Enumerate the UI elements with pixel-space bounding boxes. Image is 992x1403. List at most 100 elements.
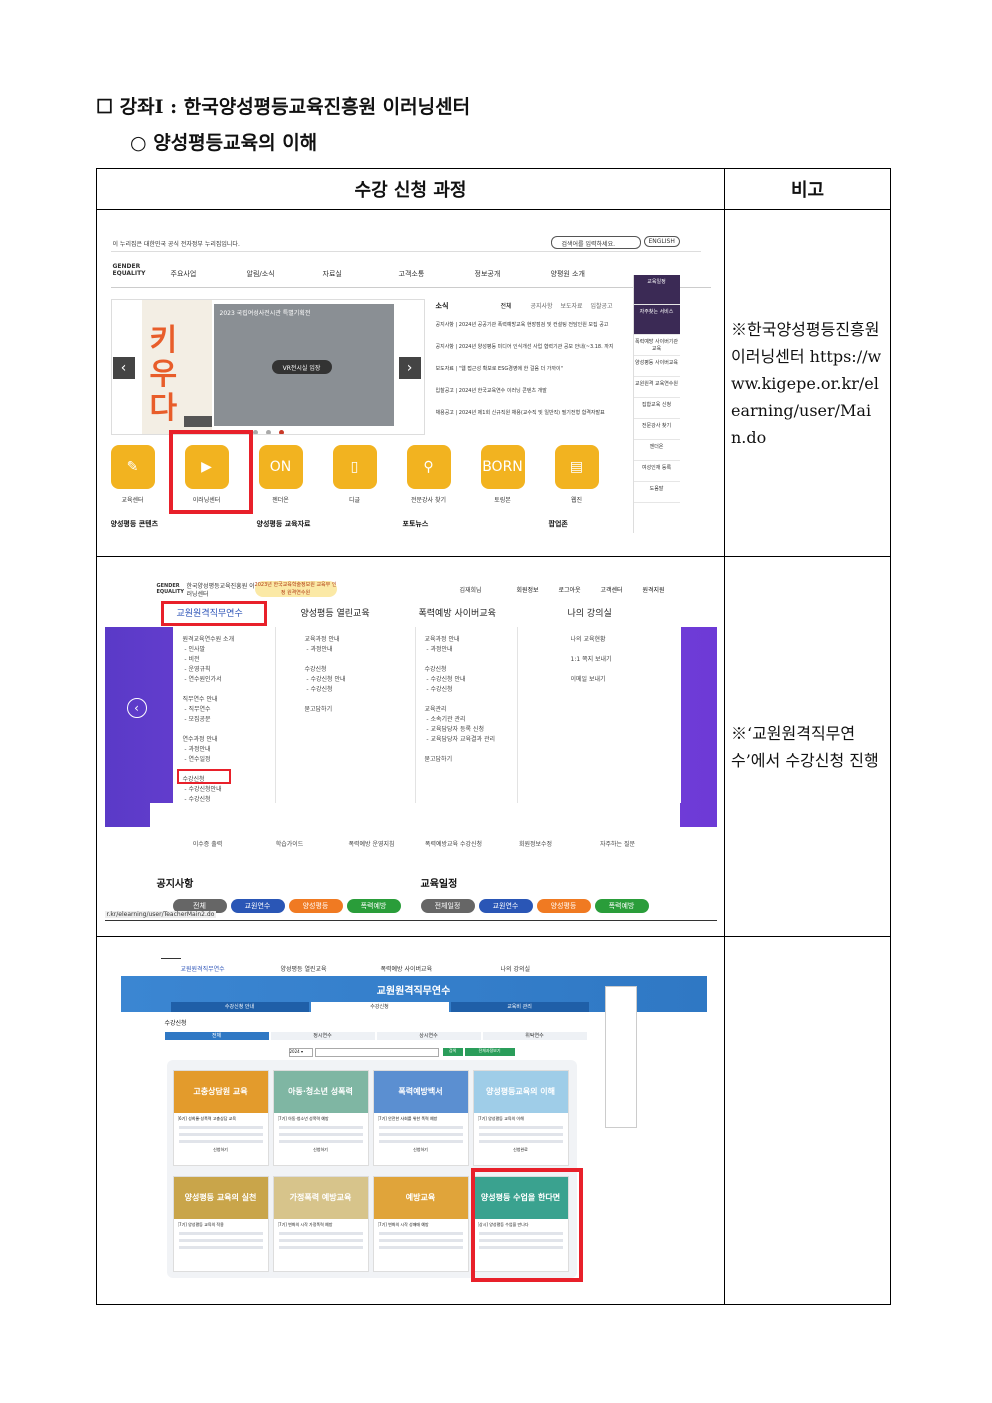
- side-menu-item[interactable]: 집합교육 신청: [633, 398, 680, 419]
- side-menu-item[interactable]: 자주찾는 서비스: [633, 305, 680, 335]
- top-link[interactable]: 원격지원: [643, 585, 665, 594]
- english-link[interactable]: ENGLISH: [643, 236, 680, 247]
- top-link[interactable]: 고객센터: [601, 585, 623, 594]
- news-item[interactable]: 채용공고 | 2024년 제1회 신규직원 채용(교수직 및 일반직) 필기전형…: [436, 409, 636, 416]
- service-icon-6[interactable]: BORN: [480, 445, 525, 489]
- bottom-section-title[interactable]: 양성평등 콘텐츠: [111, 519, 159, 529]
- search-input[interactable]: [314, 1047, 439, 1057]
- top-link[interactable]: 로그아웃: [559, 585, 581, 594]
- filter-tab[interactable]: 전체: [164, 1031, 269, 1040]
- news-tab[interactable]: 전체: [501, 301, 512, 310]
- filter-pill[interactable]: 폭력예방: [346, 898, 401, 913]
- side-menu-item[interactable]: 교육일정: [633, 275, 680, 305]
- main-menu-item[interactable]: 양성평등 열린교육: [301, 606, 370, 619]
- filter-tab[interactable]: 정시연수: [270, 1031, 375, 1040]
- sub-tab[interactable]: 수강신청: [310, 1001, 449, 1012]
- course-card[interactable]: 가정폭력 예방교육 [7기] 변화의 시작 가정폭력 예방: [272, 1175, 369, 1272]
- news-item[interactable]: 공지사항 | 2024년 공공기관 폭력예방교육 현장점검 및 컨설팅 전담인원…: [436, 321, 636, 328]
- side-menu-item[interactable]: 젠더온: [633, 440, 680, 461]
- logo[interactable]: GENDER EQUALITY: [157, 583, 185, 595]
- top-nav-item[interactable]: 폭력예방 사이버교육: [381, 964, 433, 973]
- side-menu-item[interactable]: 도움말: [633, 482, 680, 503]
- search-box[interactable]: 검색어를 입력하세요.: [550, 236, 641, 249]
- quick-link[interactable]: 자주하는 질문: [580, 839, 656, 848]
- service-icon-1[interactable]: ✎: [110, 445, 155, 489]
- course-name: [7기] 변화의 시작 성매매 예방: [377, 1221, 429, 1227]
- course-name: [7기] 아동·청소년 성폭력 예방: [277, 1115, 329, 1121]
- news-item[interactable]: 공지사항 | 2024년 양성평등 미디어 인식개선 사업 협력기관 공모 안내…: [436, 343, 636, 350]
- course-card[interactable]: 양성평등교육의 이해 [7기] 양성평등 교육의 이해 신청완료: [472, 1069, 569, 1166]
- service-icon-5[interactable]: ⚲: [406, 445, 451, 489]
- bottom-section-title[interactable]: 양성평등 교육자료: [257, 519, 311, 529]
- bottom-section-title[interactable]: 포토뉴스: [403, 519, 429, 529]
- slide-dots[interactable]: [226, 420, 307, 434]
- side-menu-item[interactable]: 전문강사 찾기: [633, 419, 680, 440]
- play-pause-control[interactable]: [183, 416, 212, 427]
- menu-col-open[interactable]: 교육과정 안내 - 과정안내 수강신청 - 수강신청 안내 - 수강신청 묻고답…: [305, 635, 346, 715]
- course-status[interactable]: 신청완료: [474, 1147, 568, 1153]
- filter-tab[interactable]: 상시연수: [376, 1031, 481, 1040]
- nav-item[interactable]: 자료실: [323, 269, 342, 279]
- course-card[interactable]: 폭력예방백서 [7기] 안전한 사회를 위한 폭력 예방 신청하기: [372, 1069, 469, 1166]
- bullet-glyph: ○: [130, 132, 147, 154]
- quick-link[interactable]: 이수증 출력: [170, 839, 246, 848]
- prev-arrow-icon[interactable]: ‹: [126, 697, 147, 718]
- side-menu-item[interactable]: 폭력예방 사이버기관교육: [633, 335, 680, 356]
- nav-item[interactable]: 주요사업: [171, 269, 197, 279]
- banner-next-button[interactable]: ›: [398, 357, 421, 379]
- filter-tab[interactable]: 위탁연수: [482, 1031, 587, 1040]
- filter-pill[interactable]: 전체일정: [420, 898, 475, 913]
- filter-pill[interactable]: 교원연수: [478, 898, 533, 913]
- service-icon-4[interactable]: ▯: [332, 445, 377, 489]
- logo[interactable]: GENDER EQUALITY: [113, 263, 149, 277]
- sub-tab[interactable]: 교육비 관리: [450, 1001, 589, 1012]
- bottom-section-title[interactable]: 팝업존: [549, 519, 568, 529]
- news-item[interactable]: 보도자료 | "웹 접근성 확보로 ESG경영에 한 걸음 더 가까이": [436, 365, 636, 372]
- quick-link[interactable]: 폭력예방 운영지침: [334, 839, 410, 848]
- course-status[interactable]: 신청하기: [274, 1147, 368, 1153]
- menu-col-myroom[interactable]: 나의 교육현황 1:1 쪽지 보내기 이메일 보내기: [571, 635, 612, 685]
- course-card[interactable]: 아동·청소년 성폭력 [7기] 아동·청소년 성폭력 예방 신청하기: [272, 1069, 369, 1166]
- row2-remark: ※‘교원원격직무연수’에서 수강신청 진행: [724, 556, 891, 937]
- nav-item[interactable]: 정보공개: [475, 269, 501, 279]
- course-card[interactable]: 고충상담원 교육 [6기] 성희롱·성폭력 고충상담 교육 신청하기: [172, 1069, 269, 1166]
- news-title: 소식: [435, 302, 449, 310]
- nav-item[interactable]: 양평원 소개: [551, 269, 585, 279]
- filter-pill[interactable]: 교원연수: [230, 898, 285, 913]
- top-nav-item[interactable]: 나의 강의실: [501, 964, 531, 973]
- filter-pill[interactable]: 양성평등: [536, 898, 591, 913]
- course-card[interactable]: 예방교육 [7기] 변화의 시작 성매매 예방: [372, 1175, 469, 1272]
- filter-pill[interactable]: 폭력예방: [594, 898, 649, 913]
- search-button[interactable]: 검색: [442, 1047, 463, 1056]
- menu-col-cyber[interactable]: 교육과정 안내 - 과정안내 수강신청 - 수강신청 안내 - 수강신청 교육관…: [425, 635, 496, 765]
- top-nav-item[interactable]: 양성평등 열린교육: [281, 964, 327, 973]
- quick-link[interactable]: 회원정보수정: [498, 839, 574, 848]
- news-tab[interactable]: 보도자료: [561, 301, 583, 310]
- nav-item[interactable]: 고객소통: [399, 269, 425, 279]
- service-icon-3[interactable]: ON: [258, 445, 303, 489]
- all-courses-button[interactable]: 전체과정보기: [464, 1047, 515, 1056]
- course-card[interactable]: 양성평등 교육의 실천 [7기] 양성평등 교육의 적용: [172, 1175, 269, 1272]
- sub-tab[interactable]: 수강신청 안내: [170, 1001, 309, 1012]
- filter-pill[interactable]: 양성평등: [288, 898, 343, 913]
- year-select[interactable]: 2024 ▾: [288, 1047, 313, 1057]
- top-link[interactable]: 회원정보: [517, 585, 539, 594]
- side-menu-item[interactable]: 교원원격 교육연수원: [633, 377, 680, 398]
- course-meta: [178, 1231, 263, 1235]
- main-menu-item[interactable]: 나의 강의실: [568, 606, 612, 619]
- news-tab[interactable]: 공지사항: [531, 301, 553, 310]
- quick-link[interactable]: 폭력예방교육 수강신청: [416, 839, 492, 848]
- banner-prev-button[interactable]: ‹: [112, 357, 135, 379]
- quick-link[interactable]: 학습가이드: [252, 839, 328, 848]
- top-nav-item[interactable]: 교원원격직무연수: [181, 964, 225, 973]
- service-icon-7[interactable]: ▤: [554, 445, 599, 489]
- main-menu-item[interactable]: 폭력예방 사이버교육: [419, 606, 496, 619]
- news-item[interactable]: 입찰공고 | 2024년 한국교육연수 이러닝 콘텐츠 개발: [436, 387, 636, 394]
- course-status[interactable]: 신청하기: [374, 1147, 468, 1153]
- side-menu-item[interactable]: 양성평등 사이버교육: [633, 356, 680, 377]
- nav-item[interactable]: 알림/소식: [247, 269, 275, 279]
- news-tab[interactable]: 입찰공고: [591, 301, 613, 310]
- vr-button[interactable]: VR전시실 입장: [271, 360, 332, 374]
- course-status[interactable]: 신청하기: [174, 1147, 268, 1153]
- side-menu-item[interactable]: 여성인재 등록: [633, 461, 680, 482]
